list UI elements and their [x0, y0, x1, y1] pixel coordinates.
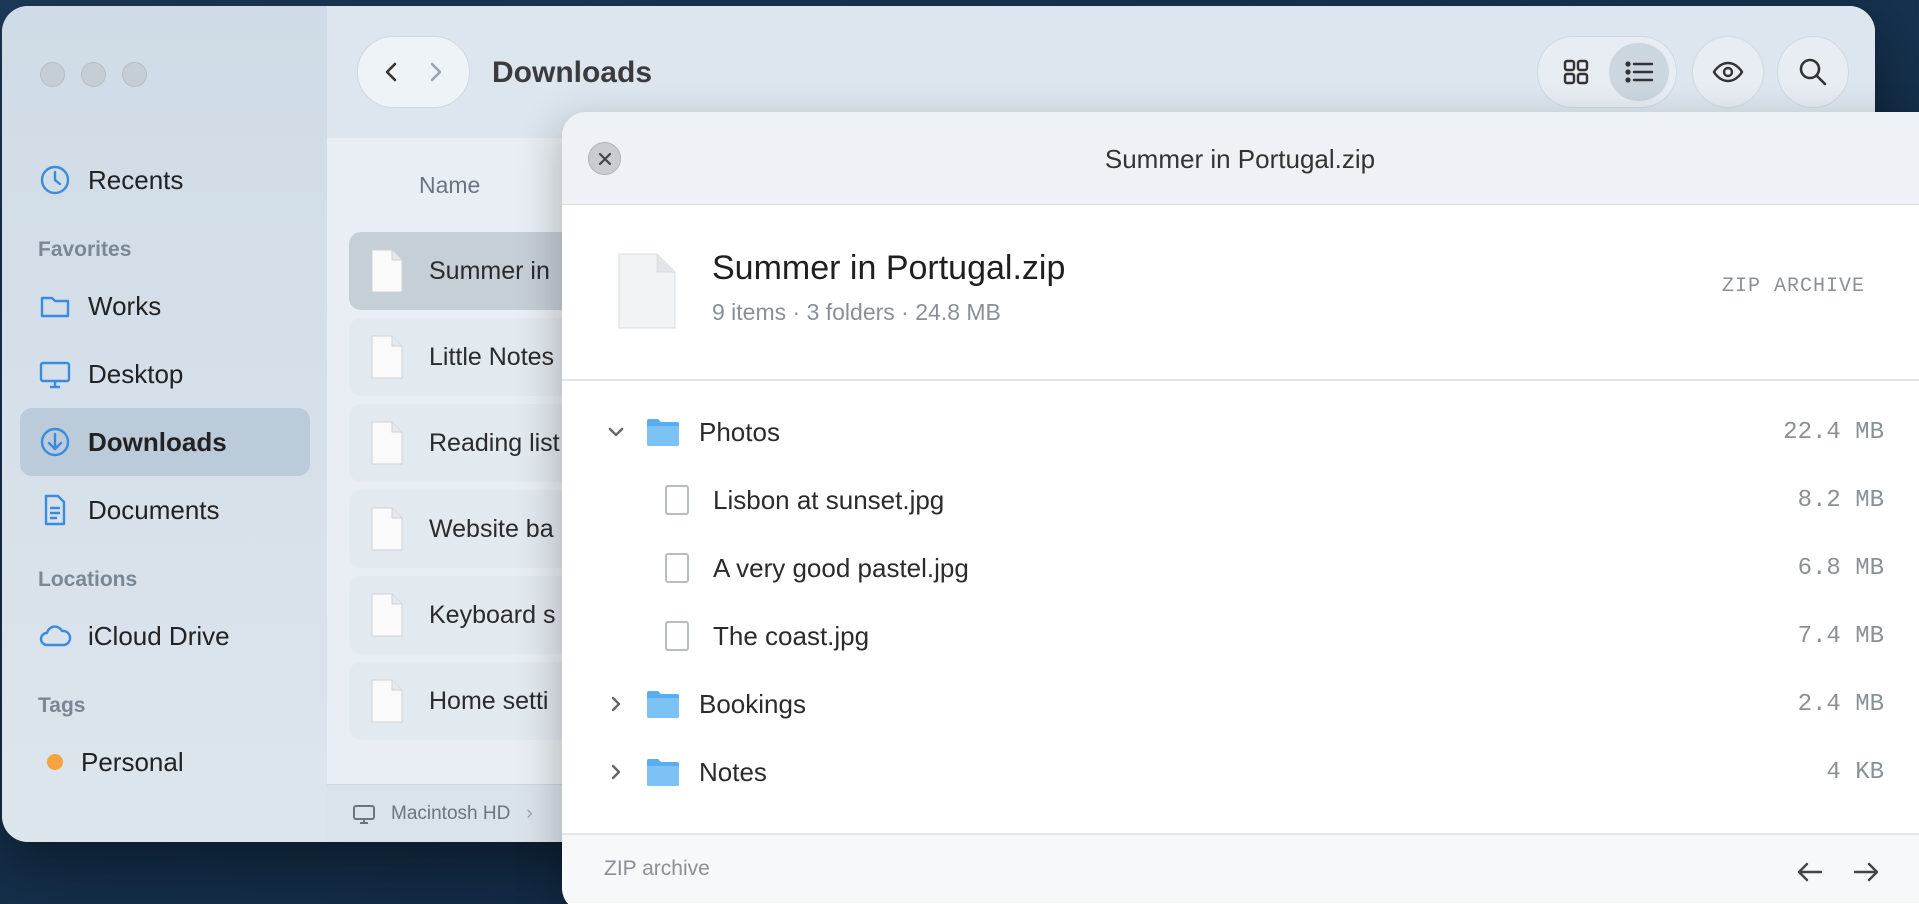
previous-button[interactable]	[1795, 857, 1825, 887]
tag-color-dot	[47, 754, 63, 770]
sidebar-item-desktop[interactable]: Desktop	[20, 340, 310, 408]
path-separator: ›	[526, 802, 533, 824]
folder-icon	[647, 419, 679, 446]
tree-size: 4 KB	[1826, 758, 1884, 786]
folder-icon	[647, 759, 679, 786]
tree-size: 2.4 MB	[1797, 690, 1884, 718]
tree-row-file[interactable]: A very good pastel.jpg 6.8 MB	[562, 534, 1919, 602]
sidebar-item-label: Documents	[88, 494, 220, 525]
folder-icon	[647, 691, 679, 718]
quick-look-footer: ZIP archive	[562, 833, 1919, 903]
tree-label: Lisbon at sunset.jpg	[713, 484, 945, 515]
file-name: Home setti	[429, 686, 549, 715]
clock-icon	[38, 163, 72, 197]
tree-size: 6.8 MB	[1797, 554, 1884, 582]
sidebar-item-documents[interactable]: Documents	[20, 476, 310, 544]
hard-drive-icon	[351, 801, 377, 827]
document-icon	[371, 679, 403, 723]
sidebar-item-label: Recents	[88, 164, 184, 195]
tree-row-folder[interactable]: Photos 22.4 MB	[562, 398, 1919, 466]
sidebar-list: Recents Favorites Works Desktop Download	[20, 146, 310, 796]
quick-look-header: Summer in Portugal.zip	[562, 112, 1919, 205]
tree-label: Bookings	[699, 688, 806, 719]
chevron-down-icon[interactable]	[602, 418, 630, 446]
file-name: Summer in	[429, 256, 550, 285]
sidebar-item-label: iCloud Drive	[88, 620, 230, 651]
document-icon	[371, 249, 403, 293]
chevron-right-icon[interactable]	[602, 758, 630, 786]
desktop-icon	[38, 357, 72, 391]
forward-button[interactable]	[420, 57, 450, 87]
eye-icon	[1711, 55, 1745, 89]
cloud-icon	[38, 619, 72, 653]
tree-label: Photos	[699, 416, 780, 447]
file-name: Keyboard s	[429, 600, 556, 629]
archive-kind: ZIP ARCHIVE	[1721, 275, 1865, 298]
quick-look-button[interactable]	[1692, 36, 1764, 108]
document-icon	[371, 421, 403, 465]
sidebar-item-label: Works	[88, 290, 162, 321]
search-button[interactable]	[1777, 36, 1849, 108]
minimize-window-button[interactable]	[81, 62, 106, 87]
file-icon	[665, 485, 689, 515]
back-button[interactable]	[377, 57, 407, 87]
tree-row-folder[interactable]: Bookings 2.4 MB	[562, 670, 1919, 738]
zoom-window-button[interactable]	[122, 62, 147, 87]
tree-row-folder[interactable]: Notes 4 KB	[562, 738, 1919, 806]
quick-look-panel: Summer in Portugal.zip Summer in Portuga…	[562, 112, 1919, 904]
search-icon	[1797, 56, 1829, 88]
icon-view-button[interactable]	[1546, 43, 1606, 101]
tree-row-file[interactable]: Lisbon at sunset.jpg 8.2 MB	[562, 466, 1919, 534]
sidebar: Recents Favorites Works Desktop Download	[2, 6, 327, 842]
tree-size: 22.4 MB	[1783, 418, 1884, 446]
sidebar-item-label: Downloads	[88, 426, 227, 457]
quick-look-title: Summer in Portugal.zip	[1104, 144, 1376, 174]
sidebar-item-label: Desktop	[88, 358, 184, 389]
chevron-right-icon[interactable]	[602, 690, 630, 718]
sidebar-item-downloads[interactable]: Downloads	[20, 408, 310, 476]
folder-icon	[38, 289, 72, 323]
window-title: Downloads	[492, 56, 653, 89]
archive-name: Summer in Portugal.zip	[712, 249, 1066, 287]
sidebar-item-recents[interactable]: Recents	[20, 146, 310, 214]
file-name: Website ba	[429, 514, 554, 543]
document-icon	[371, 593, 403, 637]
sidebar-item-works[interactable]: Works	[20, 272, 310, 340]
sidebar-item-label: Personal	[81, 746, 184, 777]
sidebar-item-tag-personal[interactable]: Personal	[20, 728, 310, 796]
sidebar-item-icloud-drive[interactable]: iCloud Drive	[20, 602, 310, 670]
sidebar-section-tags: Tags	[38, 694, 86, 717]
document-icon	[371, 335, 403, 379]
path-item-disk[interactable]: Macintosh HD	[391, 803, 510, 825]
zip-file-icon	[618, 253, 676, 329]
tree-label: Notes	[699, 756, 767, 787]
close-window-button[interactable]	[40, 62, 65, 87]
document-icon	[38, 493, 72, 527]
archive-meta: 9 items · 3 folders · 24.8 MB	[712, 299, 1001, 325]
tree-row-file[interactable]: The coast.jpg 7.4 MB	[562, 602, 1919, 670]
tree-size: 7.4 MB	[1797, 622, 1884, 650]
file-name: Little Notes	[429, 342, 555, 371]
file-icon	[665, 621, 689, 651]
document-icon	[371, 507, 403, 551]
download-icon	[38, 425, 72, 459]
file-icon	[665, 553, 689, 583]
archive-summary: Summer in Portugal.zip 9 items · 3 folde…	[562, 205, 1919, 381]
nav-buttons	[357, 36, 470, 108]
sidebar-section-locations: Locations	[38, 568, 138, 591]
list-view-button[interactable]	[1608, 43, 1669, 101]
archive-tree: Photos 22.4 MB Lisbon at sunset.jpg 8.2 …	[562, 398, 1919, 806]
next-button[interactable]	[1851, 857, 1881, 887]
tree-size: 8.2 MB	[1797, 486, 1884, 514]
tree-label: A very good pastel.jpg	[713, 552, 969, 583]
sidebar-section-favorites: Favorites	[38, 238, 132, 261]
view-mode-switcher	[1537, 36, 1677, 108]
window-controls	[40, 62, 147, 87]
footer-kind-label: ZIP archive	[604, 857, 710, 880]
file-name: Reading list	[429, 428, 560, 457]
column-header-name[interactable]: Name	[419, 172, 480, 199]
tree-label: The coast.jpg	[713, 620, 870, 651]
